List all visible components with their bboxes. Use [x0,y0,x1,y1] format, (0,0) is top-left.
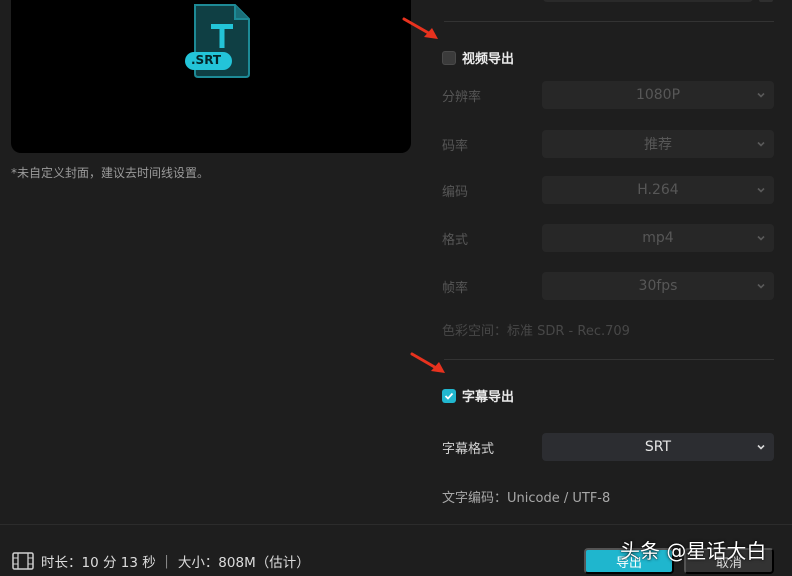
color-space-text: 色彩空间：标准 SDR - Rec.709 [442,324,630,339]
subtitle-row-format: 字幕格式 SRT [442,433,774,461]
framerate-select[interactable]: 30fps [542,272,774,300]
arrow-annotation-icon [402,17,438,39]
bottom-bar: 时长：10 分 13 秒 ｜ 大小：808M（估计） 导出 取消 头条 @星话大… [0,524,792,576]
cover-note: *未自定义封面，建议去时间线设置。 [11,166,210,180]
video-row-framerate: 帧率 30fps [442,272,774,300]
divider [444,359,774,360]
chevron-down-icon [757,235,765,241]
format-select[interactable]: mp4 [542,224,774,252]
cover-preview: T .SRT [11,0,411,153]
subtitle-format-label: 字幕格式 [442,441,495,457]
video-row-resolution: 分辨率 1080P [442,81,774,109]
chevron-down-icon [757,444,765,450]
divider [444,21,774,22]
subtitle-export-checkbox[interactable] [442,388,456,403]
chevron-down-icon [757,187,765,193]
codec-select[interactable]: H.264 [542,176,774,204]
resolution-select[interactable]: 1080P [542,81,774,109]
video-export-checkbox[interactable] [442,50,456,65]
subtitle-format-value: SRT [644,439,672,455]
bitrate-select[interactable]: 推荐 [542,130,774,158]
video-row-codec: 编码 H.264 [442,176,774,204]
top-select-stub[interactable] [543,0,753,2]
subtitle-format-select[interactable]: SRT [542,433,774,461]
codec-label: 编码 [442,184,469,200]
format-label: 格式 [442,232,469,248]
codec-value: H.264 [637,182,679,198]
subtitle-export-toggle[interactable]: 字幕导出 [442,386,514,405]
video-export-title: 视频导出 [462,52,515,67]
chevron-down-icon [757,141,765,147]
top-stub-button[interactable] [759,0,773,2]
chevron-down-icon [757,283,765,289]
export-settings-panel: 视频导出 分辨率 1080P 码率 推荐 编码 H.264 格式 mp4 帧率 … [428,0,792,524]
duration-size-text: 时长：10 分 13 秒 ｜ 大小：808M（估计） [41,555,310,571]
video-row-format: 格式 mp4 [442,224,774,252]
video-row-bitrate: 码率 推荐 [442,130,774,158]
arrow-annotation-icon [410,352,445,373]
framerate-label: 帧率 [442,280,469,296]
chevron-down-icon [757,92,765,98]
framerate-value: 30fps [638,278,678,294]
film-icon [12,552,34,570]
checkmark-icon [444,392,454,400]
resolution-value: 1080P [635,87,681,103]
format-value: mp4 [642,230,674,246]
subtitle-export-title: 字幕导出 [462,390,515,405]
watermark: 头条 @星话大白 [620,539,767,563]
resolution-label: 分辨率 [442,89,482,105]
subtitle-encoding-text: 文字编码：Unicode / UTF-8 [442,491,611,506]
srt-file-badge: .SRT [191,53,222,67]
bitrate-value: 推荐 [644,137,672,153]
bitrate-label: 码率 [442,138,469,154]
video-export-toggle[interactable]: 视频导出 [442,48,514,67]
